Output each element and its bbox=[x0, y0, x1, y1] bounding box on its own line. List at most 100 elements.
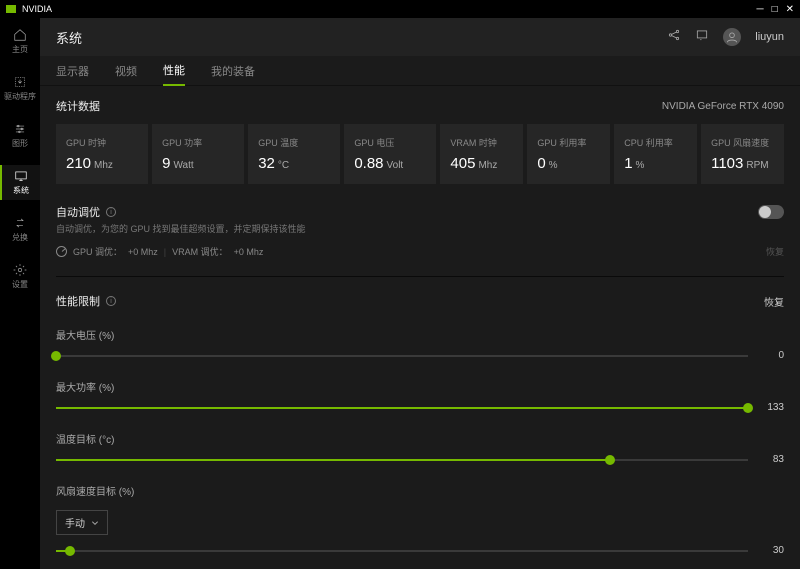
slider-thumb[interactable] bbox=[605, 455, 615, 465]
slider-track[interactable] bbox=[56, 550, 748, 552]
sidebar-item-home[interactable]: 主页 bbox=[0, 24, 40, 59]
fan-mode-dropdown[interactable]: 手动 bbox=[56, 510, 108, 535]
slider-thumb[interactable] bbox=[51, 351, 61, 361]
slider-max-power: 最大功率 (%) 133 bbox=[56, 379, 784, 413]
auto-tune-restore-button[interactable]: 恢复 bbox=[766, 245, 784, 258]
nvidia-logo-icon bbox=[6, 5, 16, 13]
gear-icon bbox=[13, 263, 27, 277]
stat-gpu-power: GPU 功率 9Watt bbox=[152, 124, 244, 184]
app-name: NVIDIA bbox=[22, 4, 52, 14]
auto-tune-toggle[interactable] bbox=[758, 205, 784, 219]
page-title: 系统 bbox=[56, 28, 82, 47]
stat-unit: Mhz bbox=[94, 160, 113, 171]
home-icon bbox=[13, 28, 27, 42]
sliders-icon bbox=[13, 122, 27, 136]
slider-thumb[interactable] bbox=[743, 403, 753, 413]
sidebar-item-label: 系统 bbox=[13, 185, 29, 196]
exchange-icon bbox=[13, 216, 27, 230]
perf-limits-title: 性能限制 bbox=[56, 293, 100, 309]
window-controls: ─ □ ✕ bbox=[756, 4, 794, 15]
stat-value: 0 bbox=[537, 155, 545, 172]
stat-label: GPU 电压 bbox=[354, 136, 426, 149]
gauge-icon bbox=[56, 246, 67, 257]
vram-tune-label: VRAM 调优： bbox=[172, 245, 228, 258]
sidebar-item-label: 图形 bbox=[12, 138, 28, 149]
stat-value: 1103 bbox=[711, 155, 743, 172]
stat-value: 1 bbox=[624, 155, 632, 172]
stat-value: 32 bbox=[258, 155, 275, 172]
sidebar-item-settings[interactable]: 设置 bbox=[0, 259, 40, 294]
tab-performance[interactable]: 性能 bbox=[163, 56, 185, 86]
statistics-title: 统计数据 bbox=[56, 98, 100, 114]
auto-tune-section: 自动调优 i 自动调优，为您的 GPU 找到最佳超频设置，并定期保持该性能 GP… bbox=[56, 204, 784, 258]
notification-icon[interactable] bbox=[695, 28, 709, 47]
auto-tune-title: 自动调优 bbox=[56, 204, 100, 220]
maximize-button[interactable]: □ bbox=[772, 4, 778, 15]
stat-label: GPU 功率 bbox=[162, 136, 234, 149]
info-icon[interactable]: i bbox=[106, 296, 116, 306]
slider-value: 133 bbox=[758, 402, 784, 413]
share-icon[interactable] bbox=[667, 28, 681, 47]
slider-value: 83 bbox=[758, 454, 784, 465]
sidebar-item-redeem[interactable]: 兑换 bbox=[0, 212, 40, 247]
gpu-tune-value: +0 Mhz bbox=[128, 247, 158, 257]
stat-unit: % bbox=[549, 160, 558, 171]
sidebar-item-graphics[interactable]: 图形 bbox=[0, 118, 40, 153]
slider-thumb[interactable] bbox=[65, 546, 75, 556]
stat-unit: Watt bbox=[173, 160, 193, 171]
sidebar-item-system[interactable]: 系统 bbox=[0, 165, 40, 200]
tabs: 显示器 视频 性能 我的装备 bbox=[40, 56, 800, 86]
titlebar: NVIDIA ─ □ ✕ bbox=[0, 0, 800, 18]
slider-label: 最大电压 (%) bbox=[56, 327, 784, 342]
content: 统计数据 NVIDIA GeForce RTX 4090 GPU 时钟 210M… bbox=[40, 86, 800, 569]
stat-unit: Mhz bbox=[478, 160, 497, 171]
slider-max-voltage: 最大电压 (%) 0 bbox=[56, 327, 784, 361]
slider-track[interactable] bbox=[56, 407, 748, 409]
stat-label: CPU 利用率 bbox=[624, 136, 687, 149]
slider-label: 最大功率 (%) bbox=[56, 379, 784, 394]
slider-value: 30 bbox=[758, 545, 784, 556]
statistics-header: 统计数据 NVIDIA GeForce RTX 4090 bbox=[56, 98, 784, 114]
stat-label: GPU 利用率 bbox=[537, 136, 600, 149]
stat-label: GPU 时钟 bbox=[66, 136, 138, 149]
auto-tune-description: 自动调优，为您的 GPU 找到最佳超频设置，并定期保持该性能 bbox=[56, 222, 784, 235]
stat-label: VRAM 时钟 bbox=[450, 136, 513, 149]
chevron-down-icon bbox=[91, 519, 99, 527]
slider-value: 0 bbox=[758, 350, 784, 361]
slider-track[interactable] bbox=[56, 355, 748, 357]
close-button[interactable]: ✕ bbox=[786, 4, 794, 15]
stats-grid: GPU 时钟 210Mhz GPU 功率 9Watt GPU 温度 32°C G… bbox=[56, 124, 784, 184]
stat-value: 9 bbox=[162, 155, 170, 172]
stat-vram-clock: VRAM 时钟 405Mhz bbox=[440, 124, 523, 184]
stat-gpu-util: GPU 利用率 0% bbox=[527, 124, 610, 184]
stat-unit: °C bbox=[278, 160, 289, 171]
sidebar-item-label: 兑换 bbox=[12, 232, 28, 243]
perf-restore-button[interactable]: 恢复 bbox=[764, 294, 784, 309]
stat-value: 405 bbox=[450, 155, 475, 172]
stat-label: GPU 温度 bbox=[258, 136, 330, 149]
gpu-name: NVIDIA GeForce RTX 4090 bbox=[662, 101, 784, 112]
avatar[interactable] bbox=[723, 28, 741, 46]
tab-my-rig[interactable]: 我的装备 bbox=[211, 57, 255, 85]
slider-fan-target: 风扇速度目标 (%) 手动 30 bbox=[56, 483, 784, 556]
stat-fan-speed: GPU 风扇速度 1103RPM bbox=[701, 124, 784, 184]
slider-label: 风扇速度目标 (%) bbox=[56, 483, 784, 498]
minimize-button[interactable]: ─ bbox=[756, 4, 763, 15]
sidebar-item-label: 驱动程序 bbox=[4, 91, 36, 102]
tab-display[interactable]: 显示器 bbox=[56, 57, 89, 85]
info-icon[interactable]: i bbox=[106, 207, 116, 217]
sidebar: 主页 驱动程序 图形 系统 兑换 设置 bbox=[0, 18, 40, 569]
tab-video[interactable]: 视频 bbox=[115, 57, 137, 85]
sidebar-item-drivers[interactable]: 驱动程序 bbox=[0, 71, 40, 106]
slider-track[interactable] bbox=[56, 459, 748, 461]
gpu-tune-label: GPU 调优： bbox=[73, 245, 122, 258]
header: 系统 liuyun bbox=[40, 18, 800, 56]
stat-label: GPU 风扇速度 bbox=[711, 136, 774, 149]
stat-cpu-util: CPU 利用率 1% bbox=[614, 124, 697, 184]
download-icon bbox=[13, 75, 27, 89]
stat-unit: % bbox=[636, 160, 645, 171]
stat-gpu-voltage: GPU 电压 0.88Volt bbox=[344, 124, 436, 184]
slider-label: 温度目标 (°c) bbox=[56, 431, 784, 446]
vram-tune-value: +0 Mhz bbox=[234, 247, 264, 257]
sidebar-item-label: 主页 bbox=[12, 44, 28, 55]
